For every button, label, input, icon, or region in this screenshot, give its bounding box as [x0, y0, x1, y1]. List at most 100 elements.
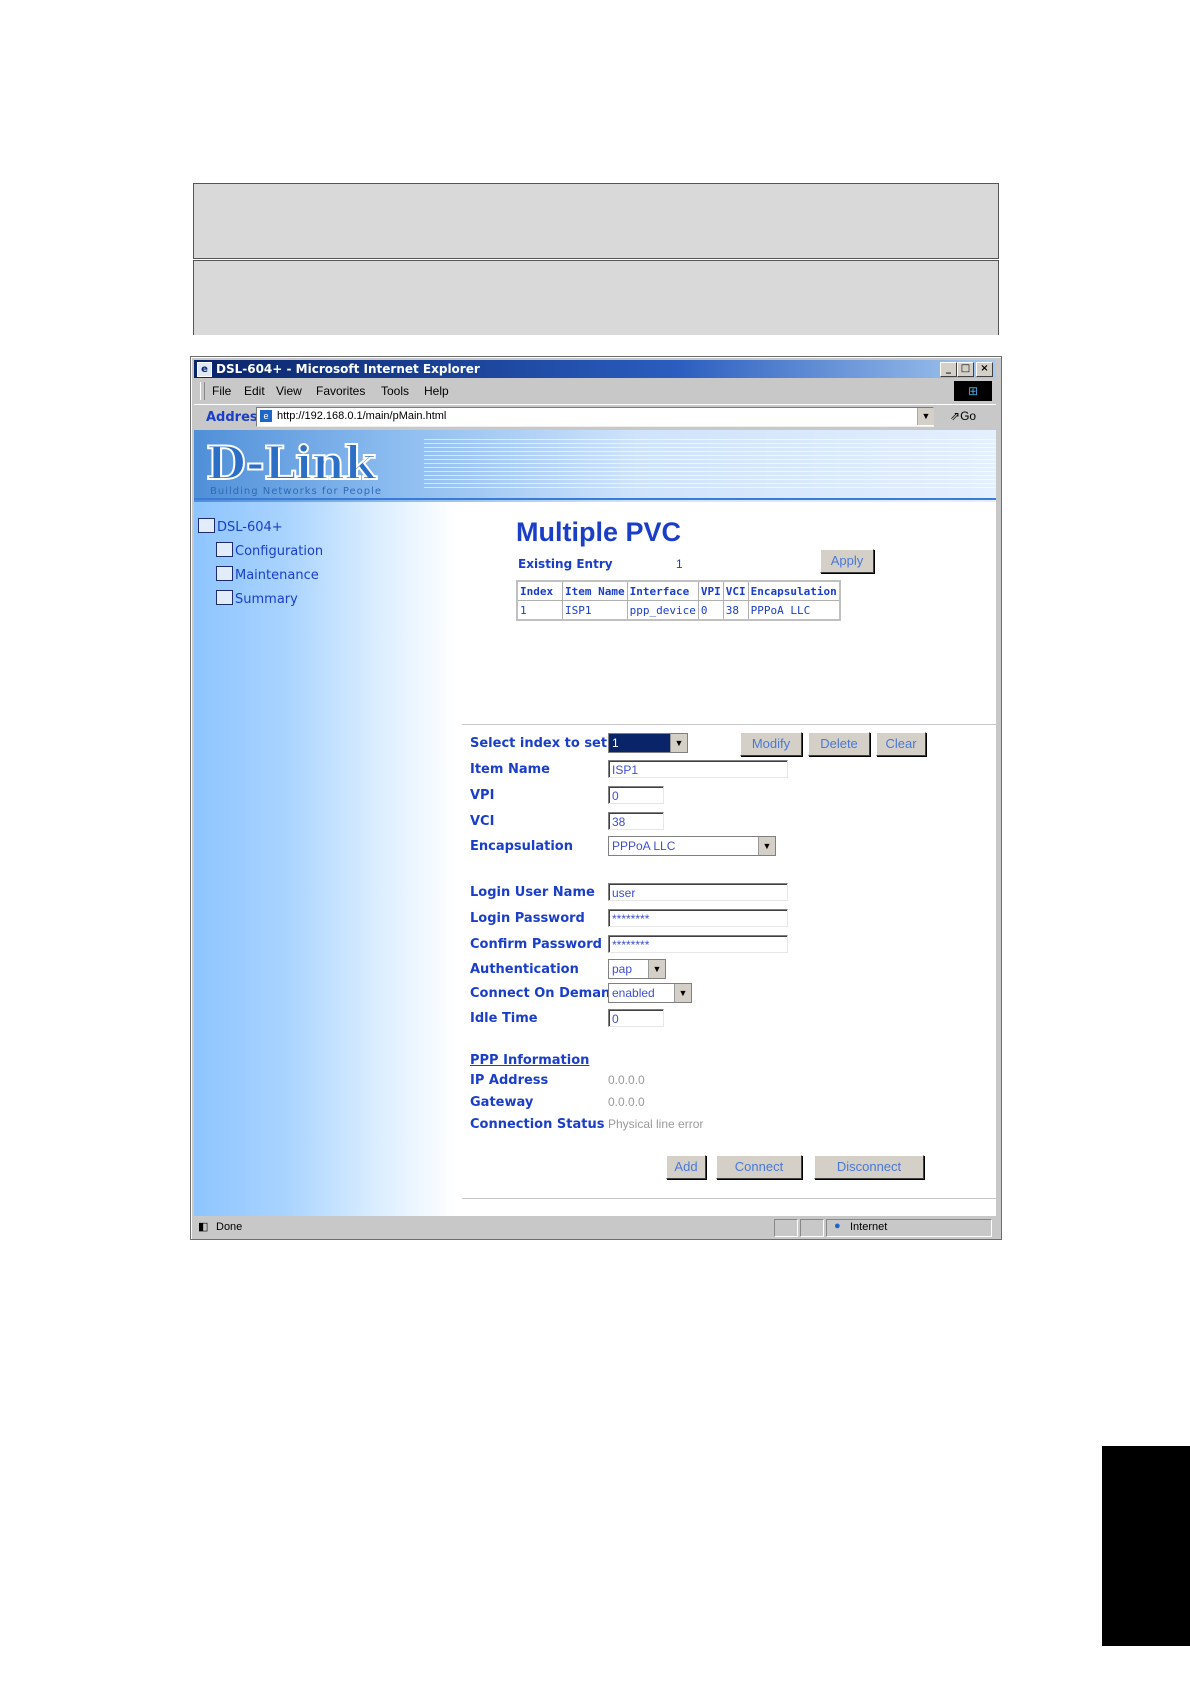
select-index-value: 1: [612, 736, 619, 750]
pvc-table: Index Item Name Interface VPI VCI Encaps…: [516, 580, 841, 621]
confirm-password-label: Confirm Password: [470, 937, 602, 952]
connect-button[interactable]: Connect: [716, 1155, 802, 1179]
nav-root[interactable]: DSL-604+: [198, 518, 283, 535]
connect-on-demand-label: Connect On Demand: [470, 986, 620, 1001]
login-user-label: Login User Name: [470, 885, 595, 900]
status-bar: ◧ Done ● Internet: [194, 1218, 996, 1237]
cell-index: 1: [516, 600, 563, 621]
page-content: D-Link Building Networks for People DSL-…: [194, 430, 996, 1216]
encapsulation-value: PPPoA LLC: [612, 839, 676, 853]
menu-file[interactable]: File: [212, 384, 231, 398]
cell-item-name: ISP1: [562, 600, 628, 621]
address-bar: Address e http://192.168.0.1/main/pMain.…: [194, 404, 996, 429]
toolbar-grip: [200, 382, 205, 400]
nav-item-label: Maintenance: [235, 568, 319, 583]
ip-address-value: 0.0.0.0: [608, 1073, 645, 1087]
add-button[interactable]: Add: [666, 1155, 706, 1179]
col-index: Index: [516, 580, 563, 601]
menu-edit[interactable]: Edit: [244, 384, 265, 398]
vci-input[interactable]: 38: [608, 812, 664, 830]
nav-item-maintenance[interactable]: Maintenance: [216, 566, 319, 583]
page-done-icon: ◧: [198, 1221, 209, 1233]
dlink-tagline: Building Networks for People: [210, 486, 383, 497]
menu-favorites[interactable]: Favorites: [316, 384, 365, 398]
nav-item-configuration[interactable]: Configuration: [216, 542, 323, 559]
connection-status-value: Physical line error: [608, 1117, 704, 1131]
login-user-input[interactable]: user: [608, 883, 788, 901]
nav-root-label: DSL-604+: [217, 520, 283, 535]
page-icon: e: [260, 410, 272, 422]
windows-logo-icon: ⊞: [954, 381, 992, 401]
select-index-dropdown[interactable]: 1 ▼: [608, 733, 688, 753]
menu-view[interactable]: View: [276, 384, 302, 398]
header-box-bottom: [193, 260, 999, 335]
connection-status-label: Connection Status: [470, 1117, 605, 1132]
disconnect-button[interactable]: Disconnect: [814, 1155, 924, 1179]
maximize-icon[interactable]: □: [957, 362, 974, 377]
modify-button[interactable]: Modify: [740, 732, 802, 756]
address-url: http://192.168.0.1/main/pMain.html: [277, 410, 447, 422]
idle-time-input[interactable]: 0: [608, 1009, 664, 1027]
col-vpi: VPI: [697, 580, 724, 601]
header-stripes: [424, 436, 996, 488]
chevron-down-icon: ▼: [674, 984, 691, 1002]
nav-item-summary[interactable]: Summary: [216, 590, 298, 607]
col-interface: Interface: [626, 580, 699, 601]
item-name-input[interactable]: ISP1: [608, 760, 788, 778]
authentication-label: Authentication: [470, 962, 579, 977]
vci-label: VCI: [470, 814, 495, 829]
go-button[interactable]: ⇗Go: [950, 409, 976, 423]
menu-bar: File Edit View Favorites Tools Help ⊞: [194, 380, 996, 402]
menu-tools[interactable]: Tools: [381, 384, 409, 398]
window-title: DSL-604+ - Microsoft Internet Explorer: [216, 362, 480, 376]
cell-vpi: 0: [697, 600, 724, 621]
page-edge-tab: [1102, 1446, 1190, 1646]
authentication-dropdown[interactable]: pap ▼: [608, 959, 666, 979]
status-text: Done: [216, 1221, 243, 1233]
status-segment: [800, 1219, 824, 1237]
bottom-divider: [462, 1198, 996, 1199]
ip-address-label: IP Address: [470, 1073, 549, 1088]
gateway-label: Gateway: [470, 1095, 534, 1110]
nav-item-label: Configuration: [235, 544, 324, 559]
address-input[interactable]: e http://192.168.0.1/main/pMain.html ▼: [256, 407, 934, 427]
menu-help[interactable]: Help: [424, 384, 449, 398]
zone-label: Internet: [850, 1221, 888, 1233]
connect-on-demand-dropdown[interactable]: enabled ▼: [608, 983, 692, 1003]
close-icon[interactable]: ×: [976, 362, 993, 377]
address-dropdown-icon[interactable]: ▼: [917, 408, 934, 425]
chevron-down-icon: ▼: [758, 837, 775, 855]
chevron-down-icon: ▼: [648, 960, 665, 978]
nav-item-label: Summary: [235, 592, 298, 607]
login-password-input[interactable]: ********: [608, 909, 788, 927]
vpi-label: VPI: [470, 788, 495, 803]
globe-icon: ●: [834, 1220, 841, 1232]
clear-button[interactable]: Clear: [876, 732, 926, 756]
delete-button[interactable]: Delete: [808, 732, 870, 756]
header-rule: [194, 498, 996, 500]
folder-icon: [216, 590, 233, 605]
chevron-down-icon: ▼: [670, 734, 687, 752]
encapsulation-label: Encapsulation: [470, 839, 573, 854]
ie-icon: e: [197, 362, 212, 377]
minimize-icon[interactable]: _: [940, 362, 957, 377]
col-item-name: Item Name: [562, 580, 628, 601]
login-password-label: Login Password: [470, 911, 585, 926]
go-label: Go: [960, 409, 977, 423]
apply-button[interactable]: Apply: [820, 549, 874, 573]
cell-encapsulation: PPPoA LLC: [747, 600, 841, 621]
dlink-header: D-Link Building Networks for People: [194, 430, 996, 502]
encapsulation-dropdown[interactable]: PPPoA LLC ▼: [608, 836, 776, 856]
idle-time-label: Idle Time: [470, 1011, 538, 1026]
cell-vci: 38: [722, 600, 749, 621]
folder-icon: [216, 566, 233, 581]
table-row[interactable]: 1 ISP1 ppp_device 0 38 PPPoA LLC: [516, 600, 841, 621]
confirm-password-input[interactable]: ********: [608, 935, 788, 953]
cell-interface: ppp_device: [626, 600, 699, 621]
folder-icon: [216, 542, 233, 557]
authentication-value: pap: [612, 962, 633, 976]
vpi-input[interactable]: 0: [608, 786, 664, 804]
go-arrow-icon: ⇗: [950, 409, 961, 423]
title-bar: e DSL-604+ - Microsoft Internet Explorer…: [194, 360, 996, 378]
select-index-label: Select index to set: [470, 736, 608, 751]
